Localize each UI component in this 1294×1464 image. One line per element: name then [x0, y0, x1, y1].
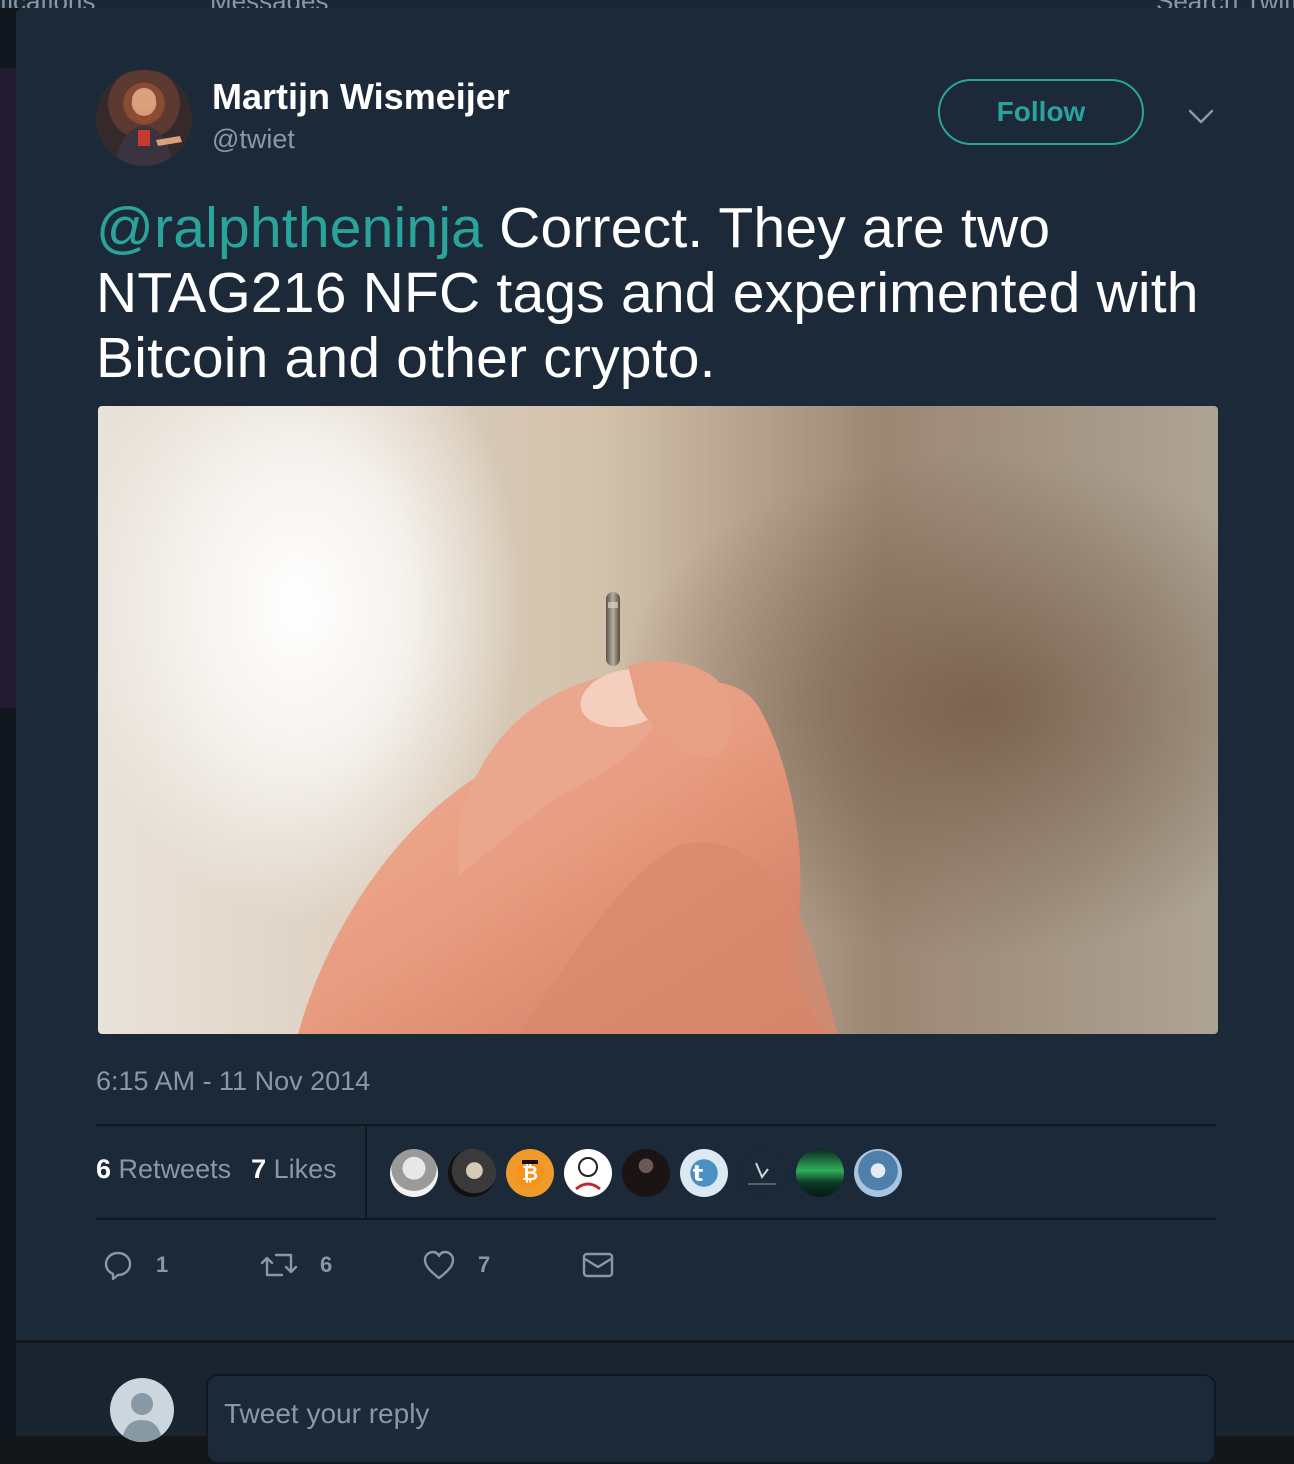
mention-link[interactable]: @ralphtheninja	[96, 196, 483, 260]
liker-avatar[interactable]	[390, 1149, 438, 1197]
liker-avatar[interactable]	[564, 1149, 612, 1197]
liker-avatar[interactable]: t	[680, 1149, 728, 1197]
tweet-timestamp[interactable]: 6:15 AM - 11 Nov 2014	[96, 1066, 370, 1097]
liker-avatar[interactable]	[854, 1149, 902, 1197]
like-action[interactable]: 7	[422, 1246, 490, 1284]
liker-avatar[interactable]	[448, 1149, 496, 1197]
retweets-label: Retweets	[118, 1154, 232, 1184]
background-sidebar	[0, 8, 16, 1436]
reply-count: 1	[156, 1252, 169, 1277]
liker-avatar[interactable]	[796, 1149, 844, 1197]
retweets-stat[interactable]: 6 Retweets	[96, 1154, 231, 1184]
tweet-text: @ralphtheninja Correct. They are two NTA…	[96, 196, 1206, 391]
heart-icon	[423, 1250, 455, 1280]
tweet-photo[interactable]	[98, 406, 1218, 1034]
bg-nav-messages: Messages	[210, 0, 329, 8]
bg-nav-search: Search Twitter	[1156, 0, 1294, 8]
likes-label: Likes	[273, 1154, 337, 1184]
liker-avatar[interactable]: ₿	[506, 1149, 554, 1197]
liker-avatar[interactable]	[622, 1149, 670, 1197]
divider	[96, 1218, 1216, 1220]
tweet-stats: 6 Retweets 7 Likes	[96, 1154, 337, 1185]
svg-text:₿: ₿	[522, 1161, 538, 1185]
retweet-icon	[260, 1253, 298, 1277]
retweets-count: 6	[96, 1154, 112, 1184]
chevron-down-icon[interactable]	[1186, 104, 1216, 128]
like-count: 7	[478, 1252, 491, 1277]
svg-text:t: t	[693, 1162, 704, 1187]
divider	[96, 1124, 1216, 1126]
author-handle[interactable]: @twiet	[212, 124, 295, 155]
envelope-icon	[582, 1252, 614, 1278]
stats-separator	[365, 1126, 367, 1220]
user-avatar[interactable]	[110, 1378, 174, 1442]
retweet-action[interactable]: 6	[260, 1246, 332, 1284]
follow-button[interactable]: Follow	[938, 79, 1144, 145]
tweet-modal: Martijn Wismeijer @twiet Follow @ralphth…	[16, 8, 1294, 1464]
background-nav: fications Messages Search Twitter	[0, 0, 1294, 8]
direct-message-action[interactable]	[582, 1246, 636, 1284]
author-display-name[interactable]: Martijn Wismeijer	[212, 76, 510, 118]
author-avatar[interactable]	[96, 70, 192, 166]
bg-nav-notifications: fications	[0, 0, 95, 8]
retweet-count: 6	[320, 1252, 333, 1277]
likes-count: 7	[251, 1154, 267, 1184]
liker-avatar[interactable]	[738, 1149, 786, 1197]
likes-stat[interactable]: 7 Likes	[251, 1154, 337, 1184]
reply-action[interactable]: 1	[102, 1246, 168, 1284]
reply-input[interactable]: Tweet your reply	[206, 1374, 1216, 1464]
reply-icon	[104, 1251, 132, 1281]
